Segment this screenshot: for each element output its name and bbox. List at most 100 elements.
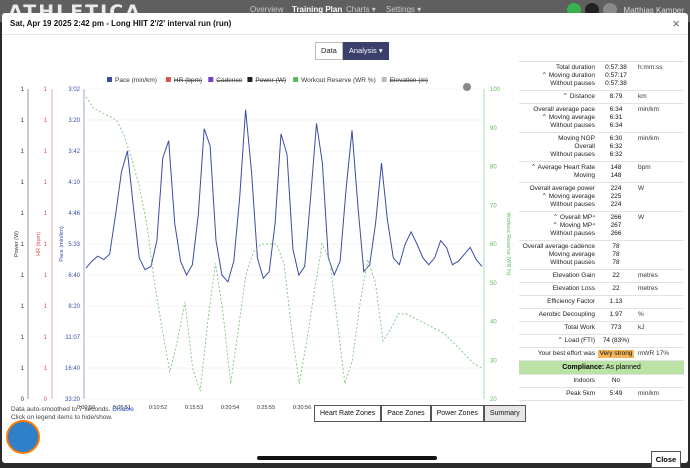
zoom-reset-icon[interactable] <box>463 83 471 91</box>
heart-rate-zones-button[interactable]: Heart Rate Zones <box>314 405 382 422</box>
power-tick: 0 <box>21 397 25 403</box>
summary-label: Overall average pace ⌃ Moving average With… <box>533 106 595 129</box>
hr-tick: 0 <box>44 397 48 403</box>
power-tick: 1 <box>21 211 25 217</box>
summary-row: Peak 5km 5:49 min/km <box>519 388 684 401</box>
summary-row: Efficiency Factor 1.13 <box>519 296 684 309</box>
power-tick: 1 <box>21 304 25 310</box>
compliance-badge: Compliance: As planned <box>519 361 684 375</box>
summary-row: ⌃ Overall MP⁴ ⌃ Moving MP⁴ Without pauses 2… <box>519 212 684 241</box>
summary-unit: h:mm:ss <box>638 64 663 71</box>
summary-row: Overall average cadence Moving average Wit… <box>519 241 684 270</box>
close-icon[interactable]: × <box>672 16 680 31</box>
pace-tick: 16:40 <box>65 366 81 372</box>
pace-tick: 5:33 <box>68 242 80 248</box>
smoothing-note: Data auto-smoothed to 7 seconds. Disable <box>11 406 134 413</box>
disable-link[interactable]: Disable <box>112 406 134 413</box>
summary-label: Aerobic Decoupling <box>538 311 595 318</box>
pace-tick: 6:40 <box>68 273 80 279</box>
summary-value: 1.97 <box>609 311 623 318</box>
summary-unit: bpm <box>638 164 651 171</box>
pace-tick: 8:20 <box>68 304 80 310</box>
summary-label: Peak 5km <box>566 390 595 397</box>
power-tick: 1 <box>21 87 25 93</box>
summary-row: Elevation Gain 22 metres <box>519 270 684 283</box>
power-zones-button[interactable]: Power Zones <box>430 405 484 422</box>
summary-row: Overall average pace ⌃ Moving average With… <box>519 104 684 133</box>
hr-tick: 1 <box>44 87 48 93</box>
legend-item[interactable]: Elevation (m) <box>390 77 428 84</box>
summary-value: 1.13 <box>609 298 623 305</box>
legend-item[interactable]: Pace (min/km) <box>115 77 157 84</box>
wr-tick: 90 <box>490 126 497 132</box>
pace-tick: 11:07 <box>65 335 80 341</box>
summary-row: ⌃ Average Heart Rate Moving 148 148 bpm <box>519 162 684 183</box>
summary-row: Total Work 773 kJ <box>519 322 684 335</box>
summary-value: 6:30 6:32 6:32 <box>609 135 623 158</box>
legend-swatch <box>165 77 171 82</box>
legend-item[interactable]: Workout Reserve (WR %) <box>301 77 376 84</box>
hr-tick: 1 <box>44 242 48 248</box>
pace-tick: 4:46 <box>68 211 80 217</box>
legend-swatch <box>381 77 387 82</box>
hr-tick: 1 <box>44 335 48 341</box>
power-axis-title: Power (W) <box>14 231 20 257</box>
hr-tick: 1 <box>44 304 48 310</box>
summary-label: Moving NGP Overall Without pauses <box>550 135 595 158</box>
summary-label: ⌃ Distance <box>562 93 595 100</box>
analysis-dropdown[interactable]: Analysis ▾ <box>342 42 389 60</box>
summary-unit: km <box>638 93 647 100</box>
summary-value: 22 <box>612 285 620 292</box>
summary-row: Indoors No <box>519 375 684 388</box>
x-tick: 0:25:55 <box>257 405 275 409</box>
legend-swatch <box>208 77 214 82</box>
summary-label: Total Work <box>564 324 595 331</box>
close-button[interactable]: Close <box>651 451 681 468</box>
profile-avatar[interactable] <box>6 420 40 454</box>
summary-row: ⌃ Distance 8.79 km <box>519 91 684 104</box>
summary-value: 5:49 <box>609 390 623 397</box>
legend-swatch <box>107 77 112 82</box>
summary-unit: min/km <box>638 390 659 397</box>
legend-item[interactable]: Cadence <box>216 77 242 84</box>
summary-unit: kJ <box>638 324 645 331</box>
summary-label: Elevation Gain <box>552 272 595 279</box>
wr-tick: 80 <box>490 165 497 171</box>
summary-row: Aerobic Decoupling 1.97% <box>519 309 684 322</box>
summary-label: Total duration ⌃ Moving duration Without p… <box>541 64 595 87</box>
hr-tick: 1 <box>44 366 48 372</box>
legend-item[interactable]: Power (W) <box>255 77 286 84</box>
pace-zones-button[interactable]: Pace Zones <box>381 405 431 422</box>
divider <box>2 34 688 35</box>
summary-row: ⌃ Load (FTI) 74 (83%) <box>519 335 684 348</box>
wr-axis-title: Workout Reserve (WR %) <box>505 212 511 275</box>
summary-label: Elevation Loss <box>552 285 595 292</box>
power-tick: 1 <box>21 273 25 279</box>
x-tick: 0:15:53 <box>185 405 203 409</box>
summary-value: 8.79 <box>609 93 623 100</box>
hr-tick: 1 <box>44 211 48 217</box>
pace-tick: 3:20 <box>68 118 80 124</box>
wr-tick: 40 <box>490 320 497 326</box>
wr-tick: 20 <box>490 397 497 403</box>
hr-tick: 1 <box>44 118 48 124</box>
activity-chart[interactable]: Pace (min/km) HR (bpm) Cadence Power (W) Wor… <box>2 69 517 409</box>
view-toggle: Data Analysis ▾ <box>315 42 389 60</box>
pace-axis-title: Pace (min/km) <box>59 226 65 262</box>
summary-value: 148 148 <box>610 164 622 179</box>
summary-value: 78 78 78 <box>612 243 620 266</box>
pace-tick: 4:10 <box>68 180 80 186</box>
summary-unit: mWR 17% <box>638 350 670 357</box>
summary-table: Total duration ⌃ Moving duration Without p… <box>519 61 684 439</box>
summary-value: 22 <box>612 272 620 279</box>
power-tick: 1 <box>21 180 25 186</box>
pace-tick: 3:02 <box>68 87 80 93</box>
hr-tick: 1 <box>44 149 48 155</box>
pace-series <box>85 109 483 283</box>
summary-label: Efficiency Factor <box>547 298 595 305</box>
legend-item[interactable]: HR (bpm) <box>174 77 202 84</box>
data-tab[interactable]: Data <box>315 42 343 60</box>
summary-label: ⌃ Average Heart Rate Moving <box>530 164 595 179</box>
summary-unit: W <box>638 214 645 221</box>
summary-unit <box>634 243 684 267</box>
